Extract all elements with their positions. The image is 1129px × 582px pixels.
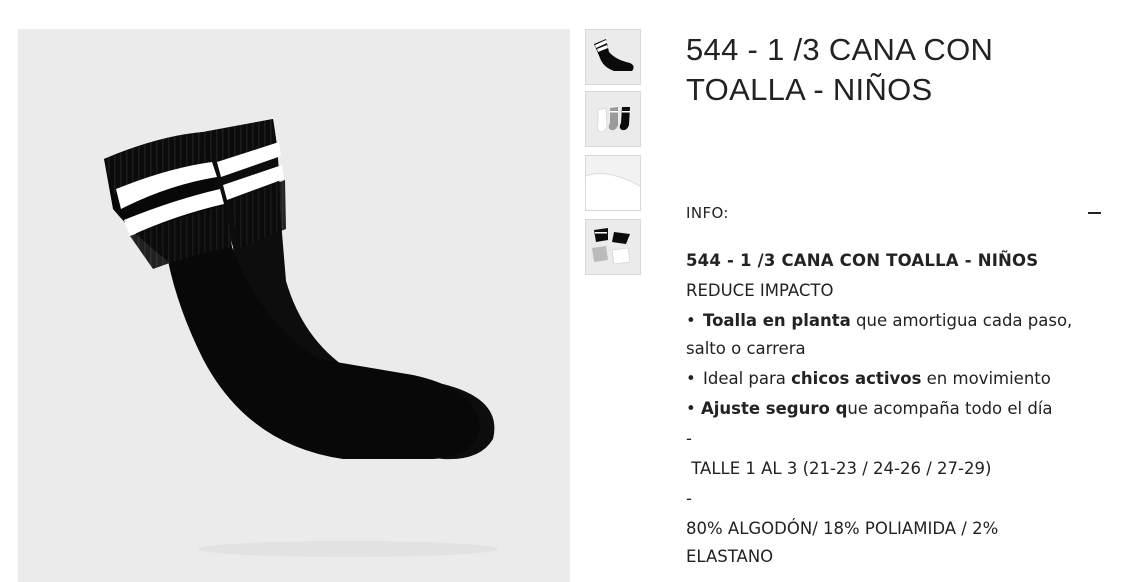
thumbnail-1[interactable] [585, 29, 641, 85]
thumbnail-3[interactable] [585, 155, 641, 211]
thumbnail-2[interactable] [585, 91, 641, 147]
sock-set-thumb-icon [592, 228, 631, 265]
sock-pair-illustration [104, 119, 498, 557]
product-title: 544 - 1 /3 CANA CON TOALLA - NIÑOS [686, 32, 994, 107]
feature-bullet-1-continuation: salto o carrera [686, 339, 806, 358]
sizes-text: TALLE 1 AL 3 (21-23 / 24-26 / 27-29) [686, 459, 992, 478]
description-subheading: REDUCE IMPACTO [686, 281, 834, 300]
feature-bullet-3: • Ajuste seguro que acompaña todo el día [686, 399, 1053, 418]
thumbnail-4[interactable] [585, 219, 641, 275]
separator: - [686, 489, 692, 508]
product-description: 544 - 1 /3 CANA CON TOALLA - NIÑOS REDUC… [686, 246, 1116, 572]
minus-icon [1088, 212, 1101, 214]
separator: - [686, 429, 692, 448]
black-sock-thumb-icon [594, 39, 634, 71]
front-sock [104, 132, 480, 459]
description-heading: 544 - 1 /3 CANA CON TOALLA - NIÑOS [686, 251, 1039, 270]
main-product-image[interactable] [18, 29, 570, 582]
feature-bullet-2: • Ideal para chicos activos en movimiento [686, 364, 1116, 394]
bullet-icon: • [686, 399, 701, 418]
composition-text-line-1: 80% ALGODÓN/ 18% POLIAMIDA / 2% [686, 519, 999, 538]
composition-text-line-2: ELASTANO [686, 547, 774, 566]
feature-bullet-1: • Toalla en planta que amortigua cada pas… [686, 306, 1116, 336]
white-fabric-thumb-icon [586, 173, 640, 210]
info-accordion-toggle[interactable]: INFO: [686, 202, 1101, 226]
info-label: INFO: [686, 204, 729, 222]
three-socks-thumb-icon [597, 107, 630, 133]
bullet-icon: • [686, 311, 696, 330]
bullet-icon: • [686, 369, 696, 388]
